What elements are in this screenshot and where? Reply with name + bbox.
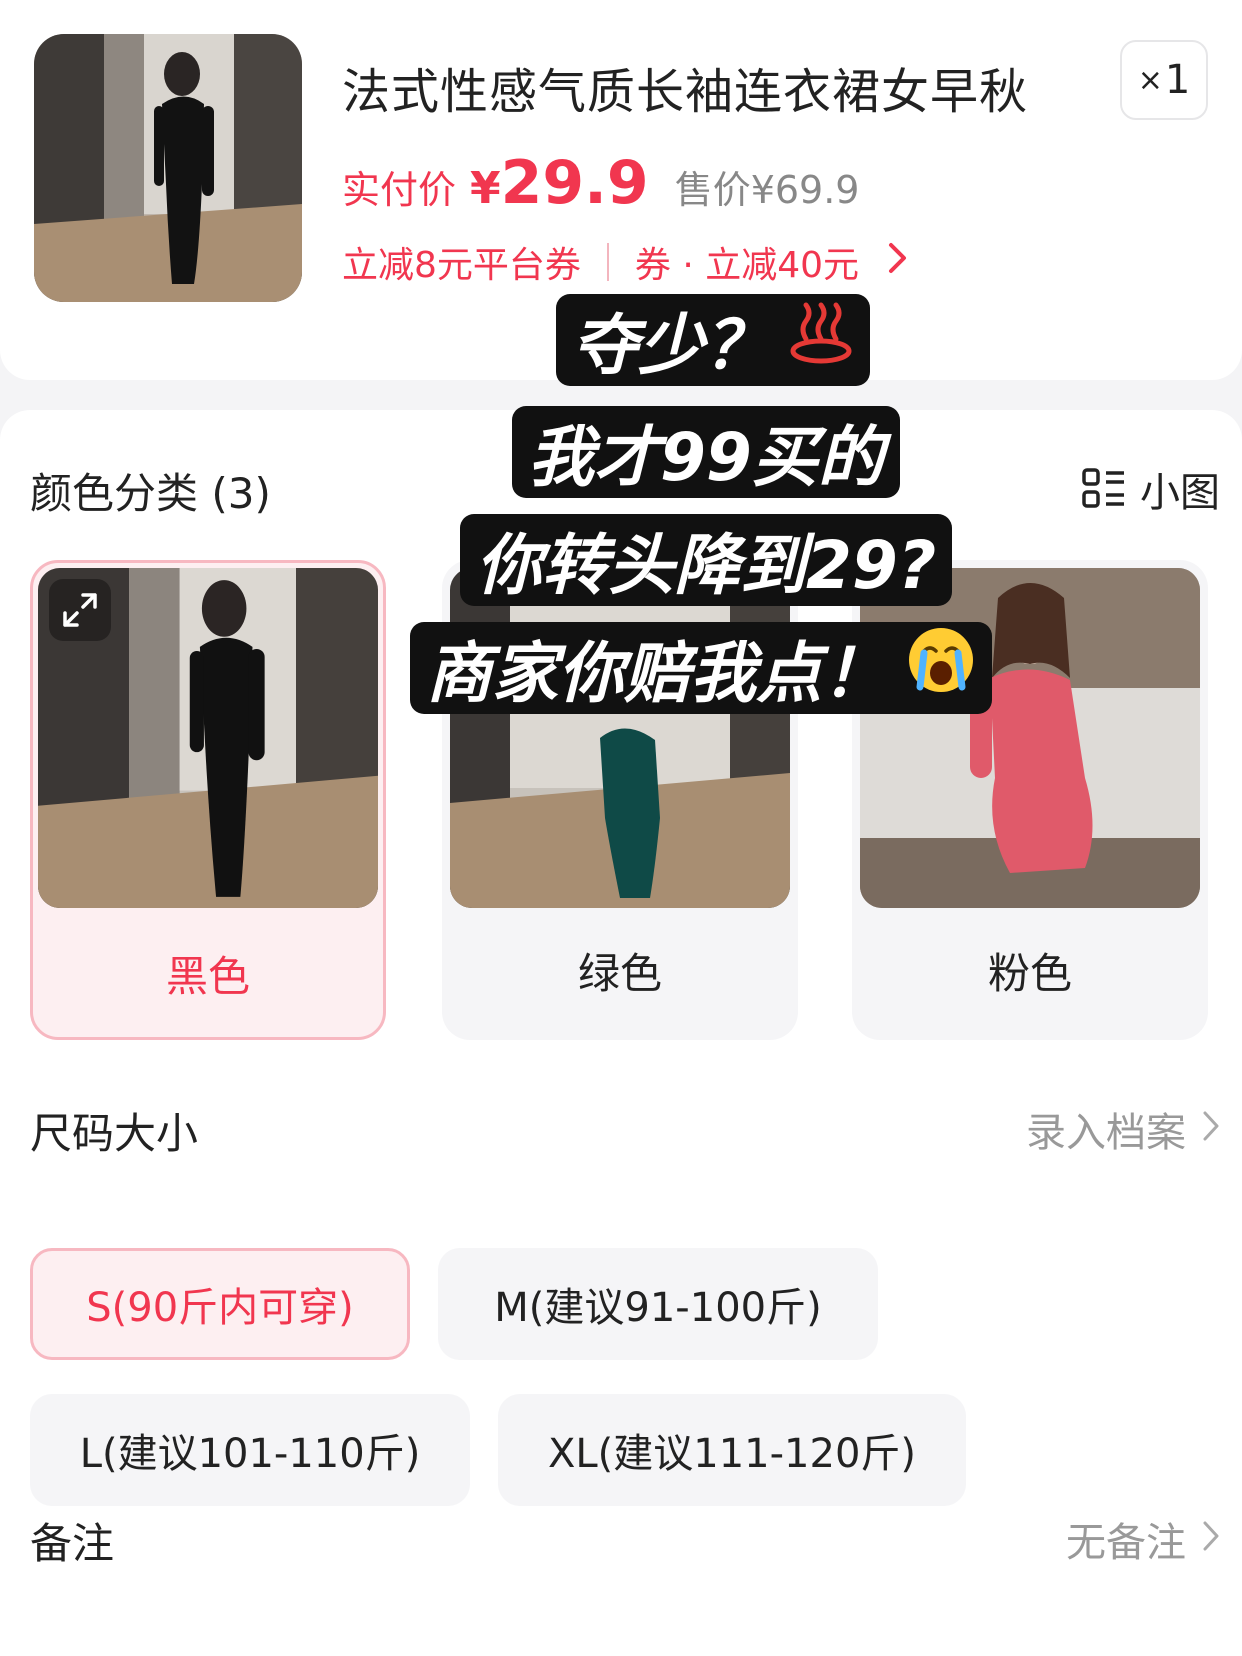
price-value: 29.9 [500, 148, 649, 218]
original-price: 售价¥69.9 [674, 168, 860, 212]
crying-face-icon [906, 625, 976, 711]
color-label-black: 黑色 [165, 952, 250, 1001]
overlay-caption-line-1: 夺少？ [556, 294, 870, 386]
size-label-l: L(建议101-110斤) [79, 1431, 421, 1477]
size-label-xl: XL(建议111-120斤) [547, 1431, 917, 1477]
promo-row[interactable]: 立减8元平台券 券 · 立减40元 [342, 236, 909, 288]
size-label-m: M(建议91-100斤) [494, 1285, 822, 1331]
quantity-badge[interactable]: × 1 [1120, 40, 1208, 120]
quantity-prefix: × [1137, 62, 1163, 98]
color-label-pink: 粉色 [987, 949, 1072, 998]
size-option-m[interactable]: M(建议91-100斤) [438, 1248, 878, 1360]
size-option-s[interactable]: S(90斤内可穿) [30, 1248, 410, 1360]
product-title: 法式性感气质长袖连衣裙女早秋 [342, 64, 1029, 120]
color-section-title: 颜色分类 (3) [30, 469, 271, 518]
overlay-line-1: 夺少？ [572, 307, 770, 384]
size-option-xl[interactable]: XL(建议111-120斤) [498, 1394, 966, 1506]
size-archive-label: 录入档案 [1026, 1110, 1186, 1156]
color-image-green [450, 568, 790, 908]
size-option-l[interactable]: L(建议101-110斤) [30, 1394, 470, 1506]
view-toggle-label: 小图 [1140, 470, 1220, 516]
overlay-line-4: 商家你赔我点！ [426, 635, 888, 712]
chevron-right-icon [1202, 1106, 1220, 1152]
size-label-s: S(90斤内可穿) [86, 1285, 354, 1331]
overlay-caption-line-2: 我才99买的 [512, 406, 900, 498]
hot-springs-icon [788, 299, 854, 381]
color-option-black[interactable]: 黑色 [30, 560, 386, 1040]
overlay-line-2: 我才99买的 [528, 419, 884, 496]
color-image-pink [860, 568, 1200, 908]
promo-divider [606, 243, 609, 281]
note-section-title: 备注 [30, 1519, 115, 1568]
overlay-caption-line-3: 你转头降到29? [460, 514, 953, 606]
chevron-right-icon [1202, 1516, 1220, 1562]
promo-platform-coupon: 立减8元平台券 [342, 245, 581, 286]
color-label-green: 绿色 [577, 949, 662, 998]
quantity-value: 1 [1164, 57, 1191, 103]
product-thumbnail[interactable] [34, 34, 302, 302]
grid-list-icon [1082, 468, 1124, 508]
size-section-title: 尺码大小 [30, 1109, 199, 1158]
size-archive-link[interactable]: 录入档案 [1026, 1100, 1220, 1158]
promo-store-coupon: 券 · 立减40元 [634, 245, 860, 286]
price-label: 实付价 [342, 168, 457, 212]
expand-icon[interactable] [49, 579, 111, 641]
price-row: 实付价 ¥ 29.9 售价¥69.9 [342, 148, 859, 218]
overlay-line-3: 你转头降到29? [476, 527, 937, 604]
view-toggle-button[interactable]: 小图 [1082, 460, 1220, 518]
overlay-caption-line-4: 商家你赔我点！ [410, 622, 992, 714]
note-value: 无备注 [1066, 1520, 1186, 1566]
note-field[interactable]: 无备注 [1066, 1510, 1220, 1568]
chevron-right-icon [887, 239, 909, 285]
price-currency: ¥ [470, 163, 501, 214]
